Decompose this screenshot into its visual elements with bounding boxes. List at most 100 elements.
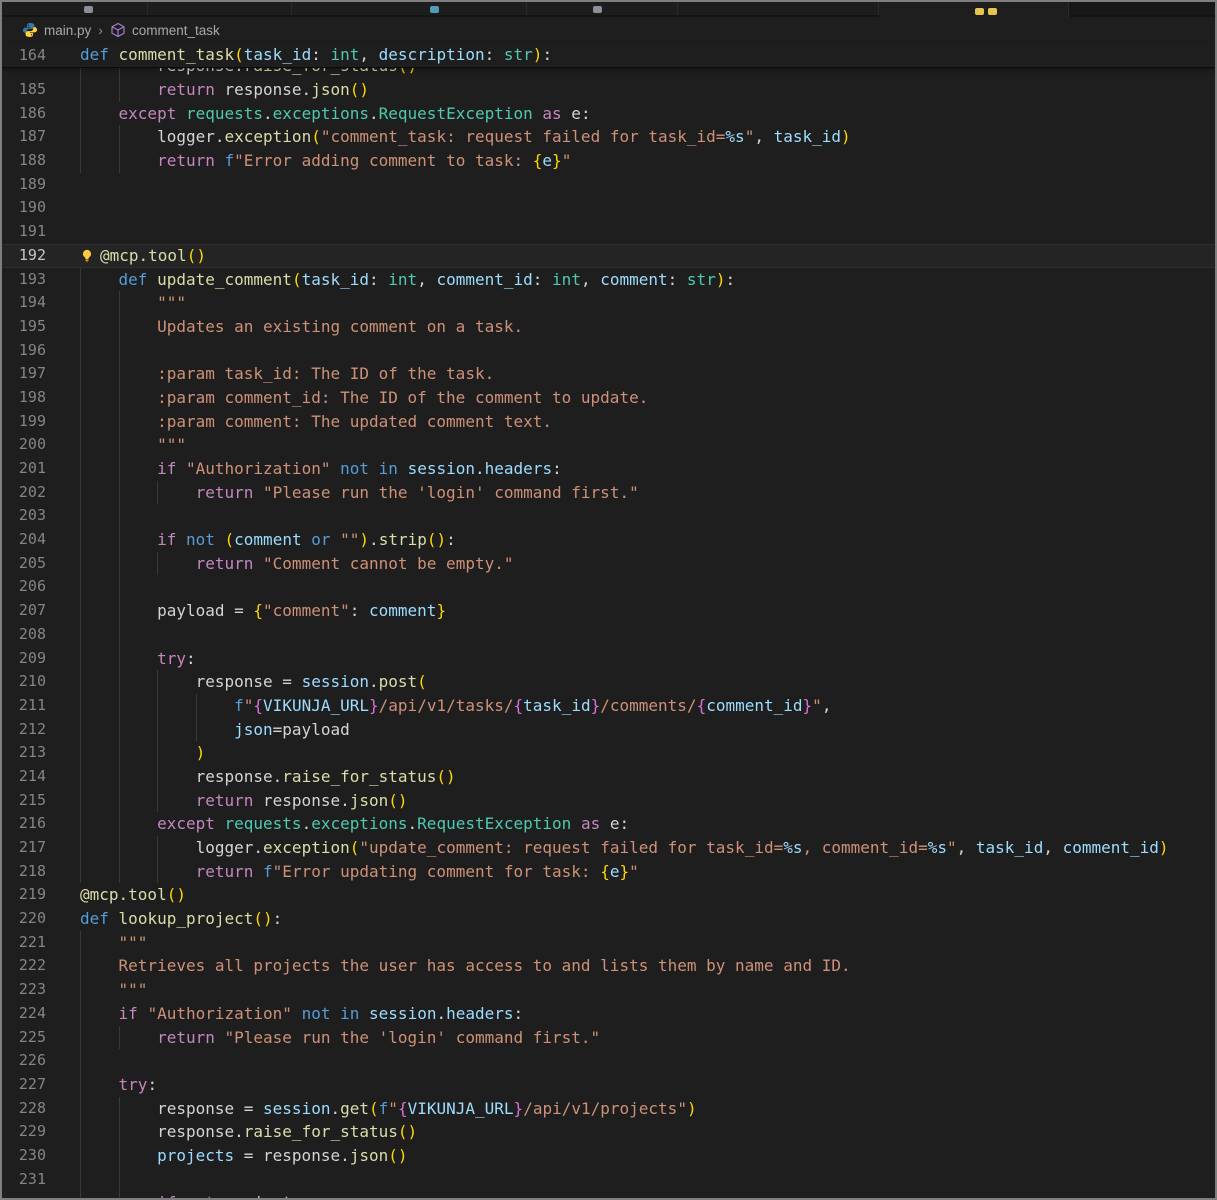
breadcrumb-file[interactable]: main.py (44, 23, 91, 38)
sticky-scroll-line[interactable]: 164def comment_task(task_id: int, descri… (2, 43, 1215, 68)
line-number[interactable]: 221 (2, 931, 46, 955)
line-number[interactable]: 207 (2, 599, 46, 623)
line-number[interactable]: 198 (2, 386, 46, 410)
line-number[interactable]: 214 (2, 765, 46, 789)
code-line-229[interactable]: 229 response.raise_for_status() (2, 1120, 1215, 1144)
line-number[interactable]: 191 (2, 220, 46, 244)
line-number[interactable]: 210 (2, 670, 46, 694)
line-number[interactable]: 203 (2, 504, 46, 528)
line-number[interactable]: 202 (2, 481, 46, 505)
code-line-188[interactable]: 188 return f"Error adding comment to tas… (2, 149, 1215, 173)
line-number[interactable]: 190 (2, 196, 46, 220)
code-line-224[interactable]: 224 if "Authorization" not in session.he… (2, 1002, 1215, 1026)
code-line-217[interactable]: 217 logger.exception("update_comment: re… (2, 836, 1215, 860)
line-number[interactable]: 206 (2, 575, 46, 599)
line-number[interactable]: 194 (2, 291, 46, 315)
code-line-220[interactable]: 220def lookup_project(): (2, 907, 1215, 931)
line-number[interactable]: 195 (2, 315, 46, 339)
code-line-211[interactable]: 211 f"{VIKUNJA_URL}/api/v1/tasks/{task_i… (2, 694, 1215, 718)
code-line-196[interactable]: 196 (2, 339, 1215, 363)
code-line-208[interactable]: 208 (2, 623, 1215, 647)
code-line-215[interactable]: 215 return response.json() (2, 789, 1215, 813)
code-line-partial[interactable]: response.raise_for_status() (2, 68, 1215, 78)
code-line-225[interactable]: 225 return "Please run the 'login' comma… (2, 1026, 1215, 1050)
code-line-210[interactable]: 210 response = session.post( (2, 670, 1215, 694)
line-number[interactable]: 201 (2, 457, 46, 481)
code-line-203[interactable]: 203 (2, 504, 1215, 528)
line-number[interactable]: 192 (2, 244, 46, 268)
code-line-202[interactable]: 202 return "Please run the 'login' comma… (2, 481, 1215, 505)
code-line-193[interactable]: 193 def update_comment(task_id: int, com… (2, 268, 1215, 292)
code-line-228[interactable]: 228 response = session.get(f"{VIKUNJA_UR… (2, 1097, 1215, 1121)
editor-tab[interactable] (2, 2, 148, 15)
line-number[interactable]: 224 (2, 1002, 46, 1026)
code-line-223[interactable]: 223 """ (2, 978, 1215, 1002)
editor-tab[interactable] (879, 2, 1069, 17)
code-line-227[interactable]: 227 try: (2, 1073, 1215, 1097)
code-line-186[interactable]: 186 except requests.exceptions.RequestEx… (2, 102, 1215, 126)
line-number[interactable]: 204 (2, 528, 46, 552)
code-line-219[interactable]: 219@mcp.tool() (2, 883, 1215, 907)
line-number[interactable]: 189 (2, 173, 46, 197)
line-number[interactable]: 211 (2, 694, 46, 718)
line-number[interactable]: 220 (2, 907, 46, 931)
line-number[interactable]: 212 (2, 718, 46, 742)
code-line-200[interactable]: 200 """ (2, 433, 1215, 457)
line-number[interactable]: 188 (2, 149, 46, 173)
line-number[interactable]: 187 (2, 125, 46, 149)
code-line-206[interactable]: 206 (2, 575, 1215, 599)
line-number[interactable]: 227 (2, 1073, 46, 1097)
code-line-187[interactable]: 187 logger.exception("comment_task: requ… (2, 125, 1215, 149)
code-line-230[interactable]: 230 projects = response.json() (2, 1144, 1215, 1168)
code-line-221[interactable]: 221 """ (2, 931, 1215, 955)
code-line-231[interactable]: 231 (2, 1168, 1215, 1192)
editor-tab[interactable] (678, 2, 879, 15)
line-number[interactable]: 197 (2, 362, 46, 386)
code-line-216[interactable]: 216 except requests.exceptions.RequestEx… (2, 812, 1215, 836)
line-number[interactable]: 230 (2, 1144, 46, 1168)
line-number[interactable]: 213 (2, 741, 46, 765)
line-number[interactable]: 217 (2, 836, 46, 860)
line-number[interactable]: 199 (2, 410, 46, 434)
code-line-218[interactable]: 218 return f"Error updating comment for … (2, 860, 1215, 884)
code-line-222[interactable]: 222 Retrieves all projects the user has … (2, 954, 1215, 978)
code-line-191[interactable]: 191 (2, 220, 1215, 244)
line-number[interactable]: 193 (2, 268, 46, 292)
code-line-195[interactable]: 195 Updates an existing comment on a tas… (2, 315, 1215, 339)
line-number[interactable]: 200 (2, 433, 46, 457)
line-number[interactable]: 225 (2, 1026, 46, 1050)
line-number[interactable]: 222 (2, 954, 46, 978)
code-line-201[interactable]: 201 if "Authorization" not in session.he… (2, 457, 1215, 481)
line-number[interactable]: 186 (2, 102, 46, 126)
code-line-205[interactable]: 205 return "Comment cannot be empty." (2, 552, 1215, 576)
line-number[interactable]: 228 (2, 1097, 46, 1121)
line-number[interactable]: 231 (2, 1168, 46, 1192)
line-number[interactable]: 226 (2, 1049, 46, 1073)
editor-tab[interactable] (148, 2, 292, 15)
line-number[interactable]: 185 (2, 78, 46, 102)
code-line-194[interactable]: 194 """ (2, 291, 1215, 315)
editor-tab[interactable] (527, 2, 678, 15)
code-line-199[interactable]: 199 :param comment: The updated comment … (2, 410, 1215, 434)
code-line-213[interactable]: 213 ) (2, 741, 1215, 765)
line-number[interactable]: 223 (2, 978, 46, 1002)
lightbulb-icon[interactable] (80, 246, 94, 260)
line-number[interactable]: 196 (2, 339, 46, 363)
line-number[interactable]: 229 (2, 1120, 46, 1144)
code-line-226[interactable]: 226 (2, 1049, 1215, 1073)
code-line-197[interactable]: 197 :param task_id: The ID of the task. (2, 362, 1215, 386)
code-line-212[interactable]: 212 json=payload (2, 718, 1215, 742)
line-number[interactable]: 219 (2, 883, 46, 907)
code-line-207[interactable]: 207 payload = {"comment": comment} (2, 599, 1215, 623)
code-line-189[interactable]: 189 (2, 173, 1215, 197)
line-number[interactable]: 218 (2, 860, 46, 884)
breadcrumb-symbol[interactable]: comment_task (132, 23, 220, 38)
line-number[interactable]: 216 (2, 812, 46, 836)
code-line-209[interactable]: 209 try: (2, 647, 1215, 671)
line-number[interactable]: 209 (2, 647, 46, 671)
code-line-214[interactable]: 214 response.raise_for_status() (2, 765, 1215, 789)
editor-tab[interactable] (292, 2, 527, 15)
code-line-190[interactable]: 190 (2, 196, 1215, 220)
code-line-partial[interactable]: if not projects: (2, 1191, 1215, 1200)
line-number[interactable]: 208 (2, 623, 46, 647)
